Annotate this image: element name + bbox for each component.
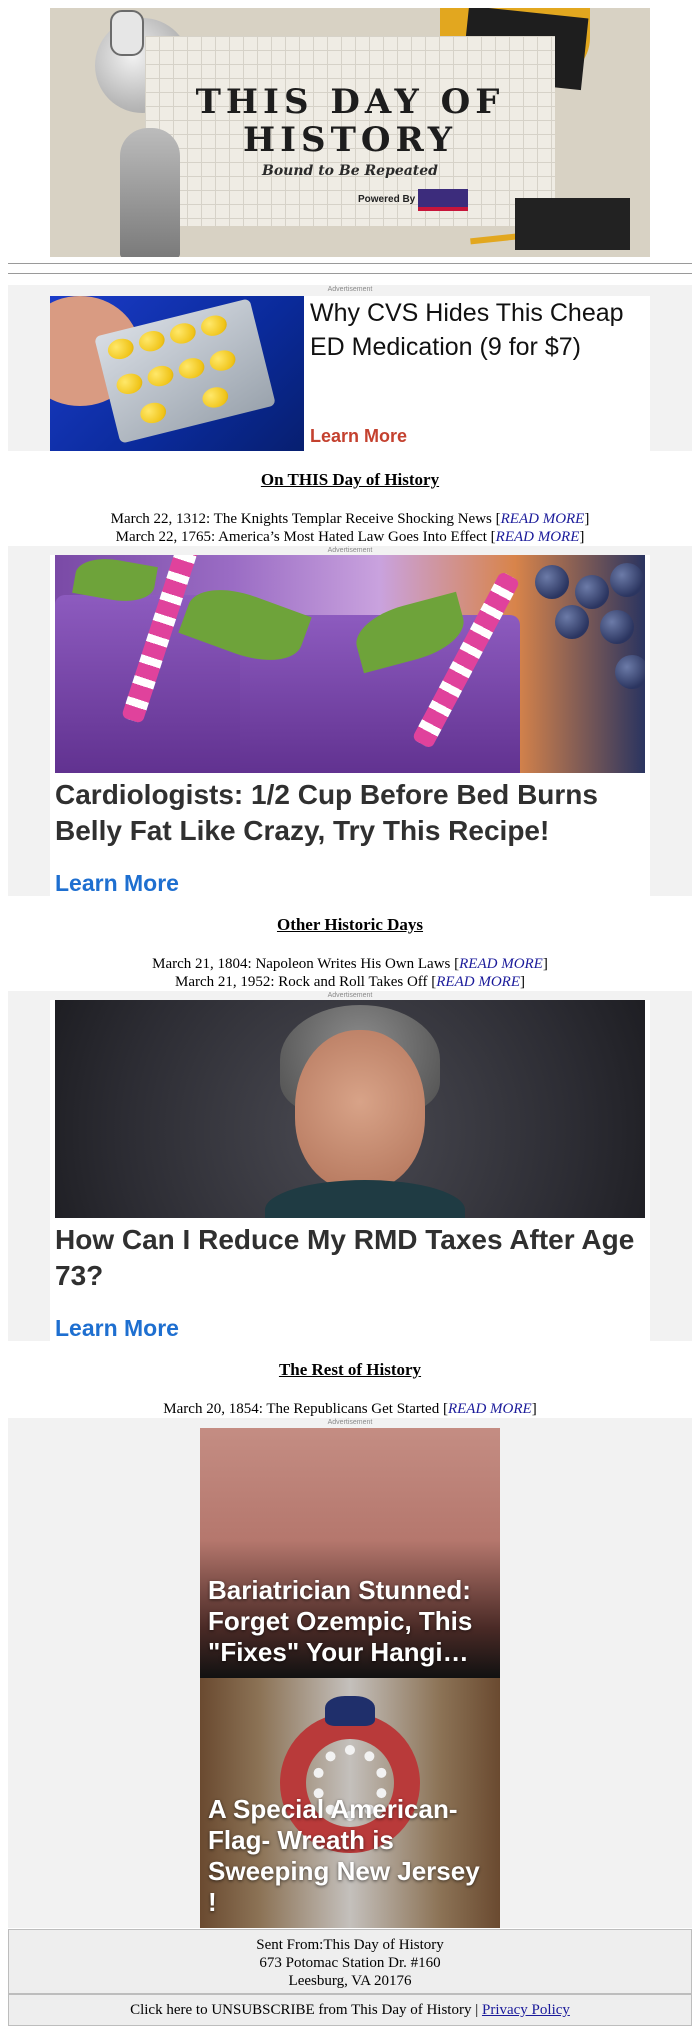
ad-cardiologists[interactable]: Cardiologists: 1/2 Cup Before Bed Burns … <box>50 555 650 896</box>
wreath-bow <box>325 1696 375 1726</box>
read-more-link[interactable]: READ MORE <box>459 956 543 972</box>
blueberry <box>575 575 609 609</box>
section-title-other-historic-days: Other Historic Days <box>276 915 424 934</box>
historic-photo <box>515 198 630 250</box>
address-line-2: Leesburg, VA 20176 <box>288 1973 412 1989</box>
ad-rmd-taxes[interactable]: How Can I Reduce My RMD Taxes After Age … <box>50 1000 650 1341</box>
story-text: March 22, 1765: America’s Most Hated Law… <box>115 529 487 545</box>
sponsor-logo[interactable] <box>418 189 468 211</box>
ad-headline[interactable]: Why CVS Hides This Cheap ED Medication (… <box>310 296 650 364</box>
ad-headline[interactable]: Cardiologists: 1/2 Cup Before Bed Burns … <box>55 777 645 849</box>
separator: | <box>475 2002 479 2018</box>
story-item: March 21, 1952: Rock and Roll Takes Off … <box>174 974 525 990</box>
sent-from-text: Sent From:This Day of History <box>256 1937 444 1953</box>
pill <box>136 328 167 354</box>
story-item: March 21, 1804: Napoleon Writes His Own … <box>152 956 548 972</box>
pill <box>198 312 229 339</box>
read-more-link[interactable]: READ MORE <box>496 529 580 545</box>
blueberry <box>610 563 644 597</box>
newsletter-tagline: Bound to Be Repeated <box>262 163 438 179</box>
pill <box>176 355 207 382</box>
address-line-1: 673 Potomac Station Dr. #160 <box>259 1955 441 1971</box>
pill <box>138 400 169 426</box>
advertisement-label: Advertisement <box>327 286 373 293</box>
ad-native-tiles: Bariatrician Stunned: Forget Ozempic, Th… <box>200 1428 500 1928</box>
pill <box>114 370 145 397</box>
title-line-1: THIS DAY OF <box>195 82 505 122</box>
advertisement-label: Advertisement <box>327 547 373 554</box>
ad-tile-caption[interactable]: Bariatrician Stunned: Forget Ozempic, Th… <box>208 1575 492 1668</box>
unsubscribe-link[interactable]: Click here to UNSUBSCRIBE from This Day … <box>130 2002 471 2018</box>
divider-bottom <box>8 273 692 274</box>
read-more-link[interactable]: READ MORE <box>448 1401 532 1417</box>
ad-pills-image[interactable] <box>50 296 304 451</box>
story-text: March 21, 1804: Napoleon Writes His Own … <box>152 956 451 972</box>
title-line-2: HISTORY <box>243 120 457 160</box>
woman-portrait-image[interactable] <box>55 1000 645 1218</box>
learn-more-link[interactable]: Learn More <box>310 426 407 447</box>
story-item: March 22, 1765: America’s Most Hated Law… <box>115 529 585 545</box>
blueberry <box>555 605 589 639</box>
read-more-link[interactable]: READ MORE <box>436 974 520 990</box>
footer-address: Sent From:This Day of History 673 Potoma… <box>8 1929 692 1994</box>
divider-top <box>8 263 692 264</box>
pill <box>200 384 231 411</box>
story-text: March 21, 1952: Rock and Roll Takes Off <box>174 974 428 990</box>
ad-tile-flag-wreath[interactable]: A Special American- Flag- Wreath is Swee… <box>200 1678 500 1928</box>
shirt-shape <box>265 1180 465 1218</box>
blueberry <box>600 610 634 644</box>
section-title-rest-of-history: The Rest of History <box>278 1360 422 1379</box>
blueberry <box>615 655 645 689</box>
ad-tile-caption[interactable]: A Special American- Flag- Wreath is Swee… <box>208 1794 492 1918</box>
advertisement-label: Advertisement <box>327 1419 373 1426</box>
face-shape <box>295 1030 425 1190</box>
read-more-link[interactable]: READ MORE <box>501 511 585 527</box>
ad-tile-bariatrician[interactable]: Bariatrician Stunned: Forget Ozempic, Th… <box>200 1428 500 1678</box>
privacy-policy-link[interactable]: Privacy Policy <box>482 2002 570 2018</box>
ad-cvs[interactable]: Why CVS Hides This Cheap ED Medication (… <box>50 296 650 451</box>
section-title-on-this-day: On THIS Day of History <box>260 470 440 489</box>
advertisement-label: Advertisement <box>327 992 373 999</box>
pill <box>105 336 136 362</box>
blueberry <box>535 565 569 599</box>
newsletter-title: THIS DAY OF HISTORY <box>50 83 650 159</box>
story-item: March 20, 1854: The Republicans Get Star… <box>163 1401 537 1417</box>
pill <box>207 347 238 374</box>
footer-unsubscribe-bar: Click here to UNSUBSCRIBE from This Day … <box>8 1994 692 2026</box>
ad-headline[interactable]: How Can I Reduce My RMD Taxes After Age … <box>55 1222 645 1294</box>
learn-more-link[interactable]: Learn More <box>55 870 179 897</box>
astronaut-illustration <box>110 10 144 56</box>
powered-by-label: Powered By <box>358 194 416 205</box>
story-item: March 22, 1312: The Knights Templar Rece… <box>110 511 590 527</box>
story-text: March 20, 1854: The Republicans Get Star… <box>163 1401 440 1417</box>
learn-more-link[interactable]: Learn More <box>55 1315 179 1342</box>
story-text: March 22, 1312: The Knights Templar Rece… <box>110 511 492 527</box>
pill <box>145 363 176 389</box>
smoothie-image[interactable] <box>55 555 645 773</box>
header-banner[interactable]: THIS DAY OF HISTORY Bound to Be Repeated… <box>50 8 650 257</box>
pill <box>167 320 198 347</box>
